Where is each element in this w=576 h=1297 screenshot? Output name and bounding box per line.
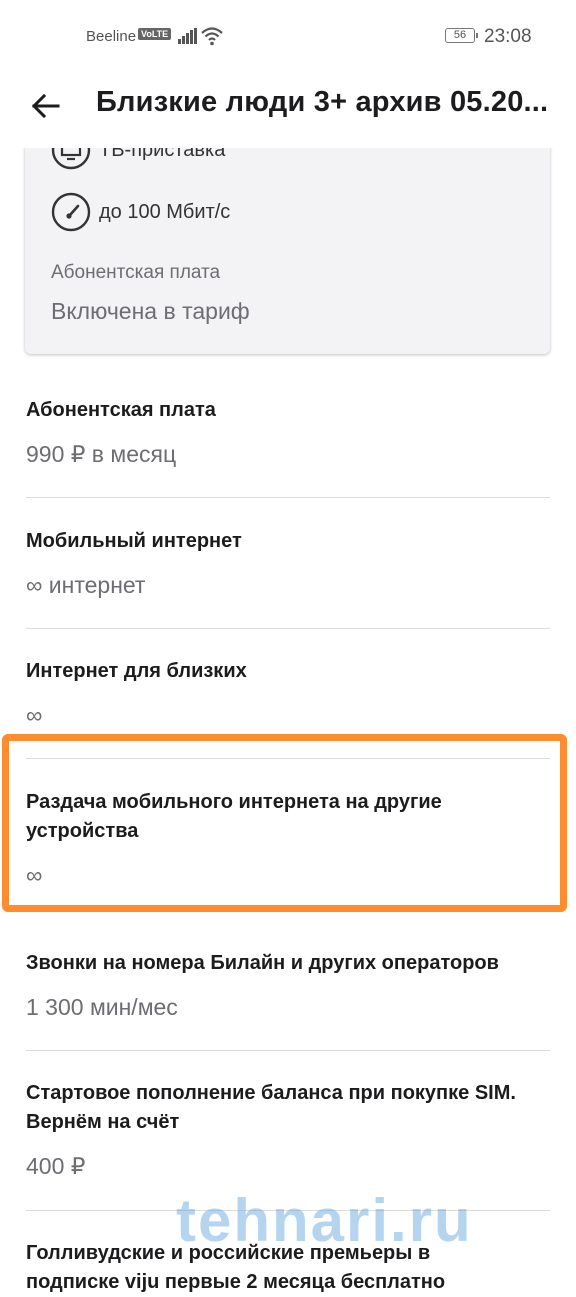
section-title-line2: подписке viju первые 2 месяца бесплатно <box>26 1271 446 1293</box>
section-value: ∞ <box>26 702 43 728</box>
divider <box>26 497 550 498</box>
status-bar: Beeline VoLTE 56 23:08 <box>0 0 576 72</box>
carrier-name: Beeline <box>86 28 137 45</box>
feature-label: до 100 Мбит/с <box>99 200 231 223</box>
section-value: ∞ интернет <box>26 572 146 598</box>
battery-icon: 56 <box>445 28 478 43</box>
section-title: Абонентская плата <box>26 399 216 421</box>
arrow-back-icon <box>31 93 60 119</box>
section-value: 990 ₽ в месяц <box>26 441 177 467</box>
feature-speed: до 100 Мбит/с <box>51 192 230 232</box>
section-title: Интернет для близких <box>26 660 247 682</box>
app-bar: Близкие люди 3+ архив 05.20... <box>0 72 576 148</box>
watermark: tehnari.ru <box>176 1187 473 1254</box>
divider <box>26 628 550 629</box>
wifi-icon <box>200 26 224 46</box>
page-title: Близкие люди 3+ архив 05.20... <box>96 86 549 118</box>
section-mobile-internet: Мобильный интернет ∞ интернет <box>26 527 550 599</box>
section-title: Звонки на номера Билайн и других операто… <box>26 952 499 974</box>
section-value: 400 ₽ <box>26 1153 86 1179</box>
section-title: Мобильный интернет <box>26 530 242 552</box>
section-starting-balance: Стартовое пополнение баланса при покупке… <box>26 1079 550 1180</box>
clock: 23:08 <box>484 26 532 47</box>
section-calls: Звонки на номера Билайн и других операто… <box>26 949 550 1021</box>
section-title-line1: Стартовое пополнение баланса при покупке… <box>26 1082 516 1104</box>
signal-icon <box>178 28 198 44</box>
volte-badge: VoLTE <box>138 28 172 40</box>
highlight-box <box>2 734 567 912</box>
back-button[interactable] <box>26 86 66 126</box>
divider <box>26 1050 550 1051</box>
section-value: 1 300 мин/мес <box>26 994 178 1020</box>
fee-label: Абонентская плата <box>51 262 221 283</box>
section-title-line2: Вернём на счёт <box>26 1111 180 1133</box>
fee-value: Включена в тариф <box>51 298 250 324</box>
speedometer-icon <box>51 192 91 232</box>
section-family-internet: Интернет для близких ∞ <box>26 657 550 729</box>
section-fee: Абонентская плата 990 ₽ в месяц <box>26 396 550 468</box>
